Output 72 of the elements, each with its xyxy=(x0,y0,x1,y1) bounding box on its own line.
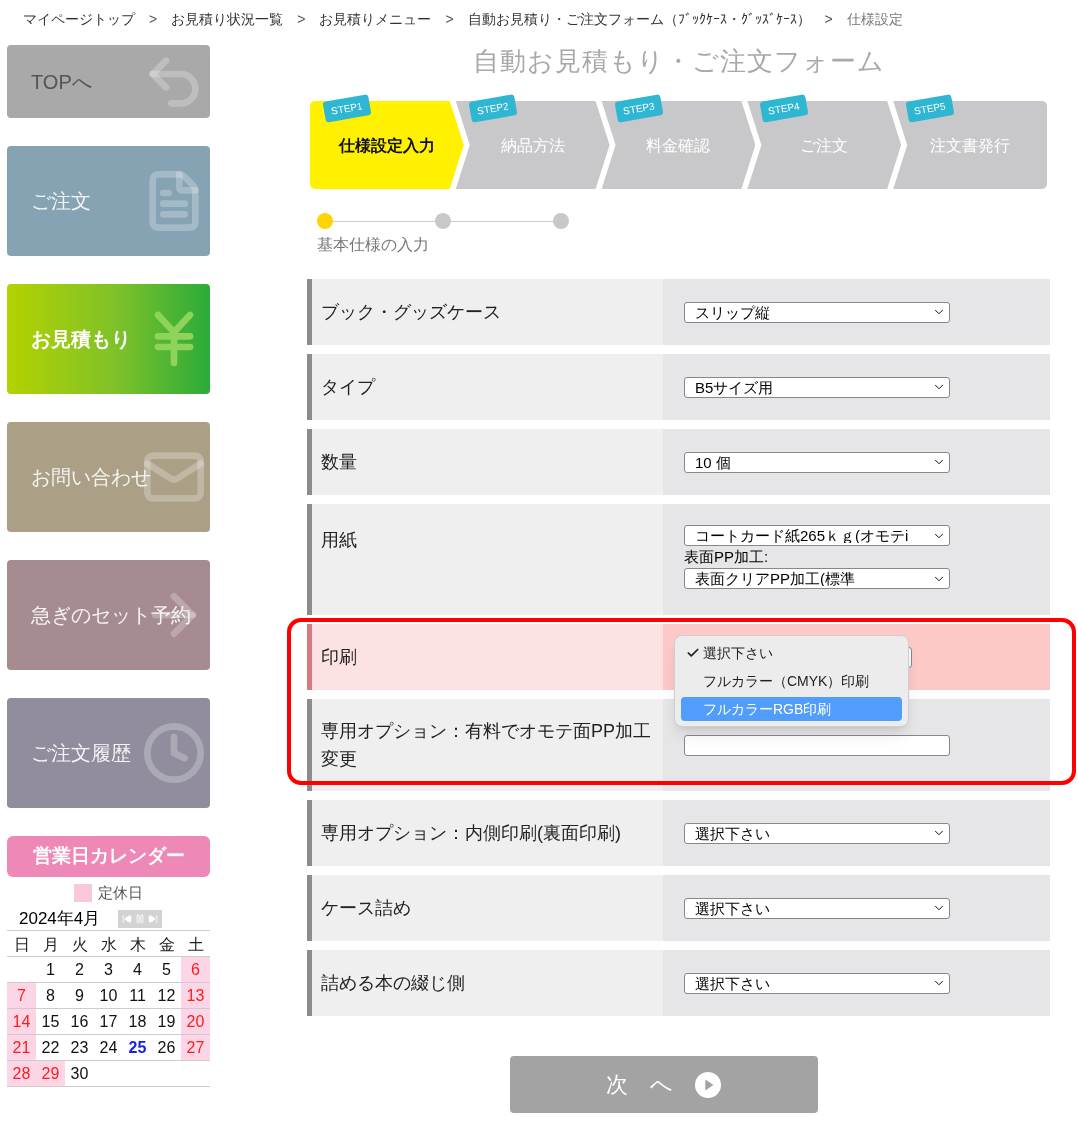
pause-icon[interactable] xyxy=(135,913,146,924)
page-title: 自動お見積もり・ご注文フォーム xyxy=(471,45,886,78)
row-label: タイプ xyxy=(321,376,375,399)
breadcrumb-separator: > xyxy=(445,9,454,29)
weekday-label: 金 xyxy=(152,933,181,957)
calendar-day: 15 xyxy=(36,1009,65,1035)
legend-label: 定休日 xyxy=(98,882,143,903)
checkmark-icon xyxy=(686,646,700,660)
menu-option[interactable]: 選択下さい xyxy=(681,641,902,665)
calendar-day: 4 xyxy=(123,957,152,983)
row-label: 用紙 xyxy=(321,529,357,552)
row-label: 専用オプション：有料でオモテ面PP加工変更 xyxy=(321,720,652,771)
calendar-header: 営業日カレンダー xyxy=(7,836,210,877)
select-field[interactable]: スリップ縦 xyxy=(684,301,950,323)
calendar-day: 2 xyxy=(65,957,94,983)
calendar-day: 16 xyxy=(65,1009,94,1035)
calendar-day: 13 xyxy=(181,983,210,1009)
select-field[interactable]: 選択下さい xyxy=(684,897,950,919)
progress-label: 基本仕様の入力 xyxy=(317,235,430,255)
calendar-day: 10 xyxy=(94,983,123,1009)
calendar-day: 27 xyxy=(181,1035,210,1061)
breadcrumb-link[interactable]: 自動お見積り・ご注文フォーム（ﾌﾞｯｸｹｰｽ・ｸﾞｯｽﾞｹｰｽ） xyxy=(467,8,811,30)
row-label: 専用オプション：内側印刷(裏面印刷) xyxy=(321,822,621,845)
calendar-day: 7 xyxy=(7,983,36,1009)
calendar-day: 20 xyxy=(181,1009,210,1035)
row-label: 印刷 xyxy=(321,646,357,669)
row-label: ブック・グッズケース xyxy=(321,301,501,324)
breadcrumb-link[interactable]: マイページトップ xyxy=(23,8,135,30)
weekday-label: 水 xyxy=(94,933,123,957)
calendar-day: 11 xyxy=(123,983,152,1009)
calendar-day: 29 xyxy=(36,1061,65,1087)
row-label: 詰める本の綴じ側 xyxy=(321,972,465,995)
select-field[interactable]: 選択下さい xyxy=(684,972,950,994)
calendar-day: 6 xyxy=(181,957,210,983)
breadcrumb-link[interactable]: お見積り状況一覧 xyxy=(171,8,284,30)
calendar-day: 28 xyxy=(7,1061,36,1087)
calendar-day: 17 xyxy=(94,1009,123,1035)
previous-icon[interactable] xyxy=(122,913,133,924)
calendar-day: 21 xyxy=(7,1035,36,1061)
calendar-day: 3 xyxy=(94,957,123,983)
calendar-day: 30 xyxy=(65,1061,94,1087)
calendar-month: 2024年4月 xyxy=(19,907,101,930)
select-field[interactable]: 選択下さい xyxy=(684,822,950,844)
row-label: ケース詰め xyxy=(321,897,411,920)
calendar-day: 9 xyxy=(65,983,94,1009)
weekday-label: 木 xyxy=(123,933,152,957)
breadcrumb-separator: > xyxy=(824,9,833,29)
calendar-day: 14 xyxy=(7,1009,36,1035)
breadcrumb-separator: > xyxy=(149,9,158,29)
calendar-nav[interactable] xyxy=(118,909,163,928)
calendar-day: 1 xyxy=(36,957,65,983)
menu-option[interactable]: フルカラー（CMYK）印刷 xyxy=(681,669,902,693)
calendar-day: 18 xyxy=(123,1009,152,1035)
field-caption: 表面PP加工: xyxy=(684,547,770,567)
calendar-day: 24 xyxy=(94,1035,123,1061)
select-field[interactable] xyxy=(684,734,950,756)
weekday-label: 火 xyxy=(65,933,94,957)
calendar-day: 25 xyxy=(123,1035,152,1061)
legend-swatch xyxy=(74,884,92,902)
calendar-day: 8 xyxy=(36,983,65,1009)
select-field[interactable]: 10 個 xyxy=(684,451,950,473)
weekday-label: 日 xyxy=(7,933,36,957)
clock-icon xyxy=(142,721,206,785)
row-label: 数量 xyxy=(321,451,357,474)
weekday-label: 月 xyxy=(36,933,65,957)
breadcrumb-link[interactable]: お見積りメニュー xyxy=(319,8,432,30)
play-icon xyxy=(695,1071,722,1098)
breadcrumb-separator: > xyxy=(297,9,306,29)
select-field[interactable]: B5サイズ用 xyxy=(684,376,950,398)
breadcrumb-current: 仕様設定 xyxy=(846,9,903,29)
next-icon[interactable] xyxy=(148,913,159,924)
calendar-day: 23 xyxy=(65,1035,94,1061)
